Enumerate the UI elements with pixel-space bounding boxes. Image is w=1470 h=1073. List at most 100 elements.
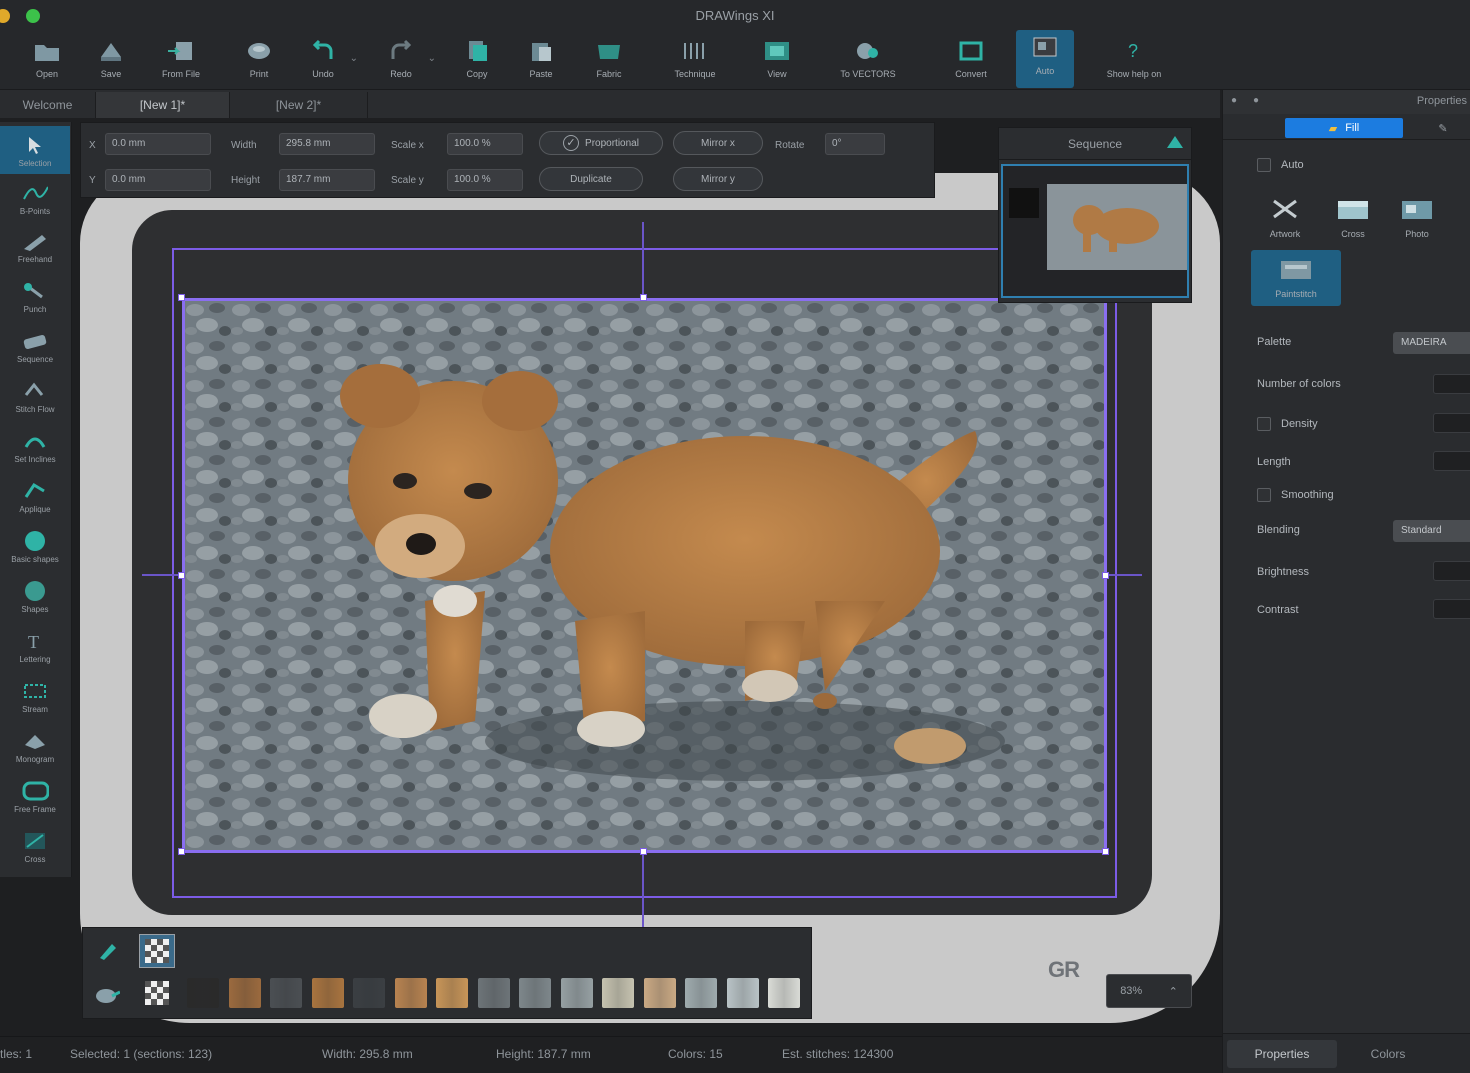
color-swatch[interactable] <box>187 978 219 1008</box>
zoom-control[interactable]: 83% ⌃ <box>1106 974 1192 1008</box>
number-of-colors-field[interactable] <box>1433 374 1470 394</box>
resize-handle-bottom-left[interactable] <box>178 848 185 855</box>
width-field[interactable]: 295.8 mm <box>279 133 375 155</box>
tool-sequence[interactable]: Sequence <box>0 322 70 370</box>
tab-new-2[interactable]: [New 2]* <box>230 92 368 118</box>
technique-button[interactable]: Technique <box>664 33 726 87</box>
y-position-field[interactable]: 0.0 mm <box>105 169 211 191</box>
resize-handle-top[interactable] <box>640 294 647 301</box>
tool-lettering[interactable]: T Lettering <box>0 622 70 670</box>
no-color-top-icon[interactable] <box>139 934 175 968</box>
open-button[interactable]: Open <box>16 33 78 87</box>
redo-button[interactable]: Redo ⌄ <box>370 33 436 87</box>
tool-punch[interactable]: Punch <box>0 272 70 320</box>
tab-outline[interactable]: ✎ <box>1423 118 1463 138</box>
mirror-x-button[interactable]: Mirror x <box>673 131 763 155</box>
mode-cross-button[interactable]: Cross <box>1325 194 1381 242</box>
tool-stream[interactable]: Stream <box>0 672 70 720</box>
color-swatch[interactable] <box>519 978 551 1008</box>
color-swatch[interactable] <box>768 978 800 1008</box>
print-button[interactable]: Print <box>228 33 290 87</box>
copy-button[interactable]: Copy <box>446 33 508 87</box>
density-field[interactable] <box>1433 413 1470 433</box>
tab-fill[interactable]: ▰ Fill <box>1285 118 1403 138</box>
blending-select[interactable]: Standard <box>1393 520 1470 542</box>
resize-handle-left[interactable] <box>178 572 185 579</box>
color-swatch[interactable] <box>228 978 261 1008</box>
color-swatch[interactable] <box>643 978 676 1008</box>
from-file-button[interactable]: From File <box>150 33 212 87</box>
paste-button[interactable]: Paste <box>510 33 572 87</box>
convert-button[interactable]: Convert <box>940 33 1002 87</box>
mode-paintstitch-button[interactable]: Paintstitch <box>1251 250 1341 306</box>
duplicate-button[interactable]: Duplicate <box>539 167 643 191</box>
smoothing-checkbox[interactable] <box>1257 488 1271 502</box>
zoom-up-icon[interactable]: ⌃ <box>1169 985 1178 998</box>
tab-colors[interactable]: Colors <box>1343 1040 1433 1068</box>
color-swatch[interactable] <box>394 978 427 1008</box>
color-swatch[interactable] <box>602 978 634 1008</box>
tab-new-1[interactable]: [New 1]* <box>96 92 230 118</box>
panel-float-icon[interactable]: ● <box>1253 95 1259 106</box>
color-swatch[interactable] <box>726 978 759 1008</box>
tool-free-frame[interactable]: Free Frame <box>0 772 70 820</box>
mode-photo-button[interactable]: Photo <box>1389 194 1445 242</box>
tool-applique[interactable]: Applique <box>0 472 70 520</box>
resize-handle-bottom-right[interactable] <box>1102 848 1109 855</box>
x-position-field[interactable]: 0.0 mm <box>105 133 211 155</box>
panel-close-icon[interactable]: ● <box>1231 95 1237 106</box>
tool-basic-shapes[interactable]: Basic shapes <box>0 522 70 570</box>
tool-monogram[interactable]: Monogram <box>0 722 70 770</box>
pencil-icon[interactable] <box>89 934 125 968</box>
color-swatch[interactable] <box>353 978 385 1008</box>
length-field[interactable] <box>1433 451 1470 471</box>
tool-b-points[interactable]: B-Points <box>0 174 70 222</box>
scale-y-field[interactable]: 100.0 % <box>447 169 523 191</box>
tool-selection[interactable]: Selection <box>0 126 70 174</box>
redo-dropdown-icon[interactable]: ⌄ <box>428 53 436 64</box>
resize-handle-top-left[interactable] <box>178 294 185 301</box>
title-bar: DRAWings XI <box>0 0 1470 30</box>
sequence-thumbnail[interactable] <box>1001 164 1189 298</box>
tool-selection-label: Selection <box>18 158 52 168</box>
brightness-field[interactable] <box>1433 561 1470 581</box>
height-field[interactable]: 187.7 mm <box>279 169 375 191</box>
embroidery-photo-design[interactable] <box>182 298 1107 853</box>
color-swatch[interactable] <box>685 978 717 1008</box>
undo-dropdown-icon[interactable]: ⌄ <box>350 53 358 64</box>
auto-checkbox[interactable] <box>1257 158 1271 172</box>
color-swatch[interactable] <box>270 978 302 1008</box>
show-help-button[interactable]: ? Show help on <box>1094 33 1174 87</box>
to-vectors-button[interactable]: To VECTORS <box>828 33 908 87</box>
auto-button[interactable]: Auto <box>1016 30 1074 88</box>
fabric-button[interactable]: Fabric <box>578 33 640 87</box>
resize-handle-bottom[interactable] <box>640 848 647 855</box>
tab-welcome[interactable]: Welcome <box>0 92 96 118</box>
tool-freehand[interactable]: Freehand <box>0 222 70 270</box>
bucket-icon[interactable] <box>89 978 125 1012</box>
contrast-field[interactable] <box>1433 599 1470 619</box>
tool-shapes[interactable]: Shapes <box>0 572 70 620</box>
no-color-bottom-icon[interactable] <box>139 976 175 1010</box>
color-swatch[interactable] <box>477 978 510 1008</box>
status-stitches: Est. stitches: 124300 <box>782 1047 894 1061</box>
undo-button[interactable]: Undo ⌄ <box>292 33 358 87</box>
tool-stitch-flow[interactable]: Stitch Flow <box>0 372 70 420</box>
mirror-y-button[interactable]: Mirror y <box>673 167 763 191</box>
rotate-field[interactable]: 0° <box>825 133 885 155</box>
tool-cross[interactable]: Cross <box>0 822 70 870</box>
color-swatch[interactable] <box>436 978 468 1008</box>
view-button[interactable]: View <box>746 33 808 87</box>
color-swatch[interactable] <box>560 978 593 1008</box>
palette-select[interactable]: MADEIRA <box>1393 332 1470 354</box>
scale-x-field[interactable]: 100.0 % <box>447 133 523 155</box>
tab-properties[interactable]: Properties <box>1227 1040 1337 1068</box>
resize-handle-right[interactable] <box>1102 572 1109 579</box>
collapse-triangle-icon[interactable] <box>1167 136 1183 148</box>
proportional-toggle[interactable]: ✓ Proportional <box>539 131 663 155</box>
mode-artwork-button[interactable]: Artwork <box>1257 194 1313 242</box>
save-button[interactable]: Save <box>80 33 142 87</box>
tool-set-inclines[interactable]: Set Inclines <box>0 422 70 470</box>
density-checkbox[interactable] <box>1257 417 1271 431</box>
color-swatch[interactable] <box>311 978 344 1008</box>
